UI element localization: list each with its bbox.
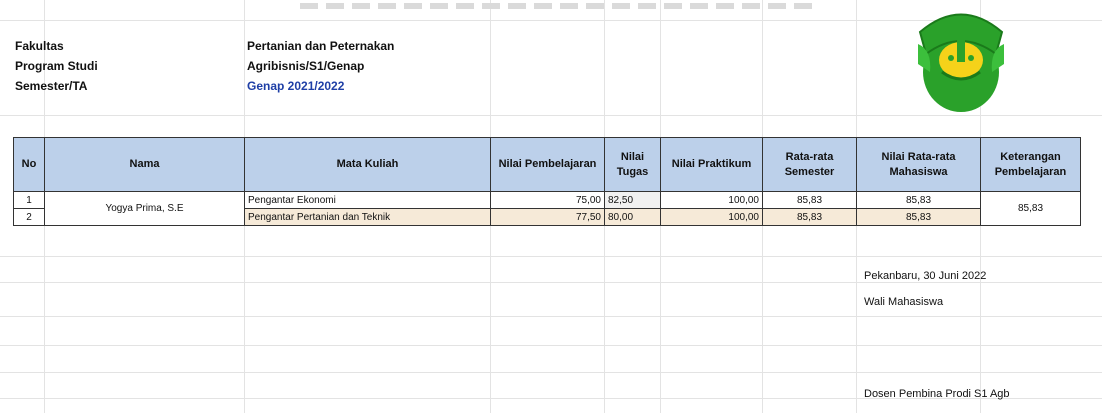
label-prodi: Program Studi [15, 59, 98, 73]
cell-no: 2 [13, 208, 45, 226]
header-matakuliah: Mata Kuliah [244, 137, 491, 192]
header-rata-semester: Rata-rata Semester [762, 137, 857, 192]
header-keterangan: Keterangan Pembelajaran [980, 137, 1081, 192]
grades-table: No Nama Mata Kuliah Nilai Pembelajaran N… [13, 137, 1081, 226]
table-row: 1 Yogya Prima, S.E Pengantar Ekonomi 75,… [13, 191, 1081, 226]
cell-rata-mahasiswa: 85,83 [856, 191, 981, 209]
label-semester: Semester/TA [15, 79, 88, 93]
header-no: No [13, 137, 45, 192]
info-values: Pertanian dan Peternakan Agribisnis/S1/G… [247, 36, 394, 96]
table-header-row: No Nama Mata Kuliah Nilai Pembelajaran N… [13, 137, 1081, 192]
faint-header-text [300, 0, 820, 12]
header-nilai-pembelajaran: Nilai Pembelajaran [490, 137, 605, 192]
cell-rata-semester: 85,83 [762, 208, 857, 226]
value-semester: Genap 2021/2022 [247, 79, 345, 93]
cell-nilai-praktikum: 100,00 [660, 191, 763, 209]
cell-keterangan: 85,83 [980, 191, 1081, 226]
cell-rata-semester: 85,83 [762, 191, 857, 209]
cell-no: 1 [13, 191, 45, 209]
header-nama: Nama [44, 137, 245, 192]
cell-nama: Yogya Prima, S.E [44, 191, 245, 226]
signature-name: Dosen Pembina Prodi S1 Agb [864, 388, 1010, 400]
cell-rata-mahasiswa: 85,83 [856, 208, 981, 226]
signature-date: Pekanbaru, 30 Juni 2022 [864, 270, 987, 282]
value-prodi: Agribisnis/S1/Genap [247, 59, 365, 73]
header-nilai-tugas: Nilai Tugas [604, 137, 661, 192]
value-fakultas: Pertanian dan Peternakan [247, 39, 395, 53]
cell-nilai-praktikum: 100,00 [660, 208, 763, 226]
cell-matakuliah: Pengantar Pertanian dan Teknik [244, 208, 491, 226]
cell-nilai-tugas: 80,00 [604, 208, 661, 226]
info-labels: Fakultas Program Studi Semester/TA [15, 36, 98, 96]
label-fakultas: Fakultas [15, 39, 64, 53]
cell-nilai-pembelajaran: 77,50 [490, 208, 605, 226]
signature-role: Wali Mahasiswa [864, 296, 944, 308]
header-rata-mahasiswa: Nilai Rata-rata Mahasiswa [856, 137, 981, 192]
header-nilai-praktikum: Nilai Praktikum [660, 137, 763, 192]
cell-matakuliah: Pengantar Ekonomi [244, 191, 491, 209]
cell-nilai-tugas: 82,50 [604, 191, 661, 209]
university-logo [918, 13, 1004, 112]
cell-nilai-pembelajaran: 75,00 [490, 191, 605, 209]
